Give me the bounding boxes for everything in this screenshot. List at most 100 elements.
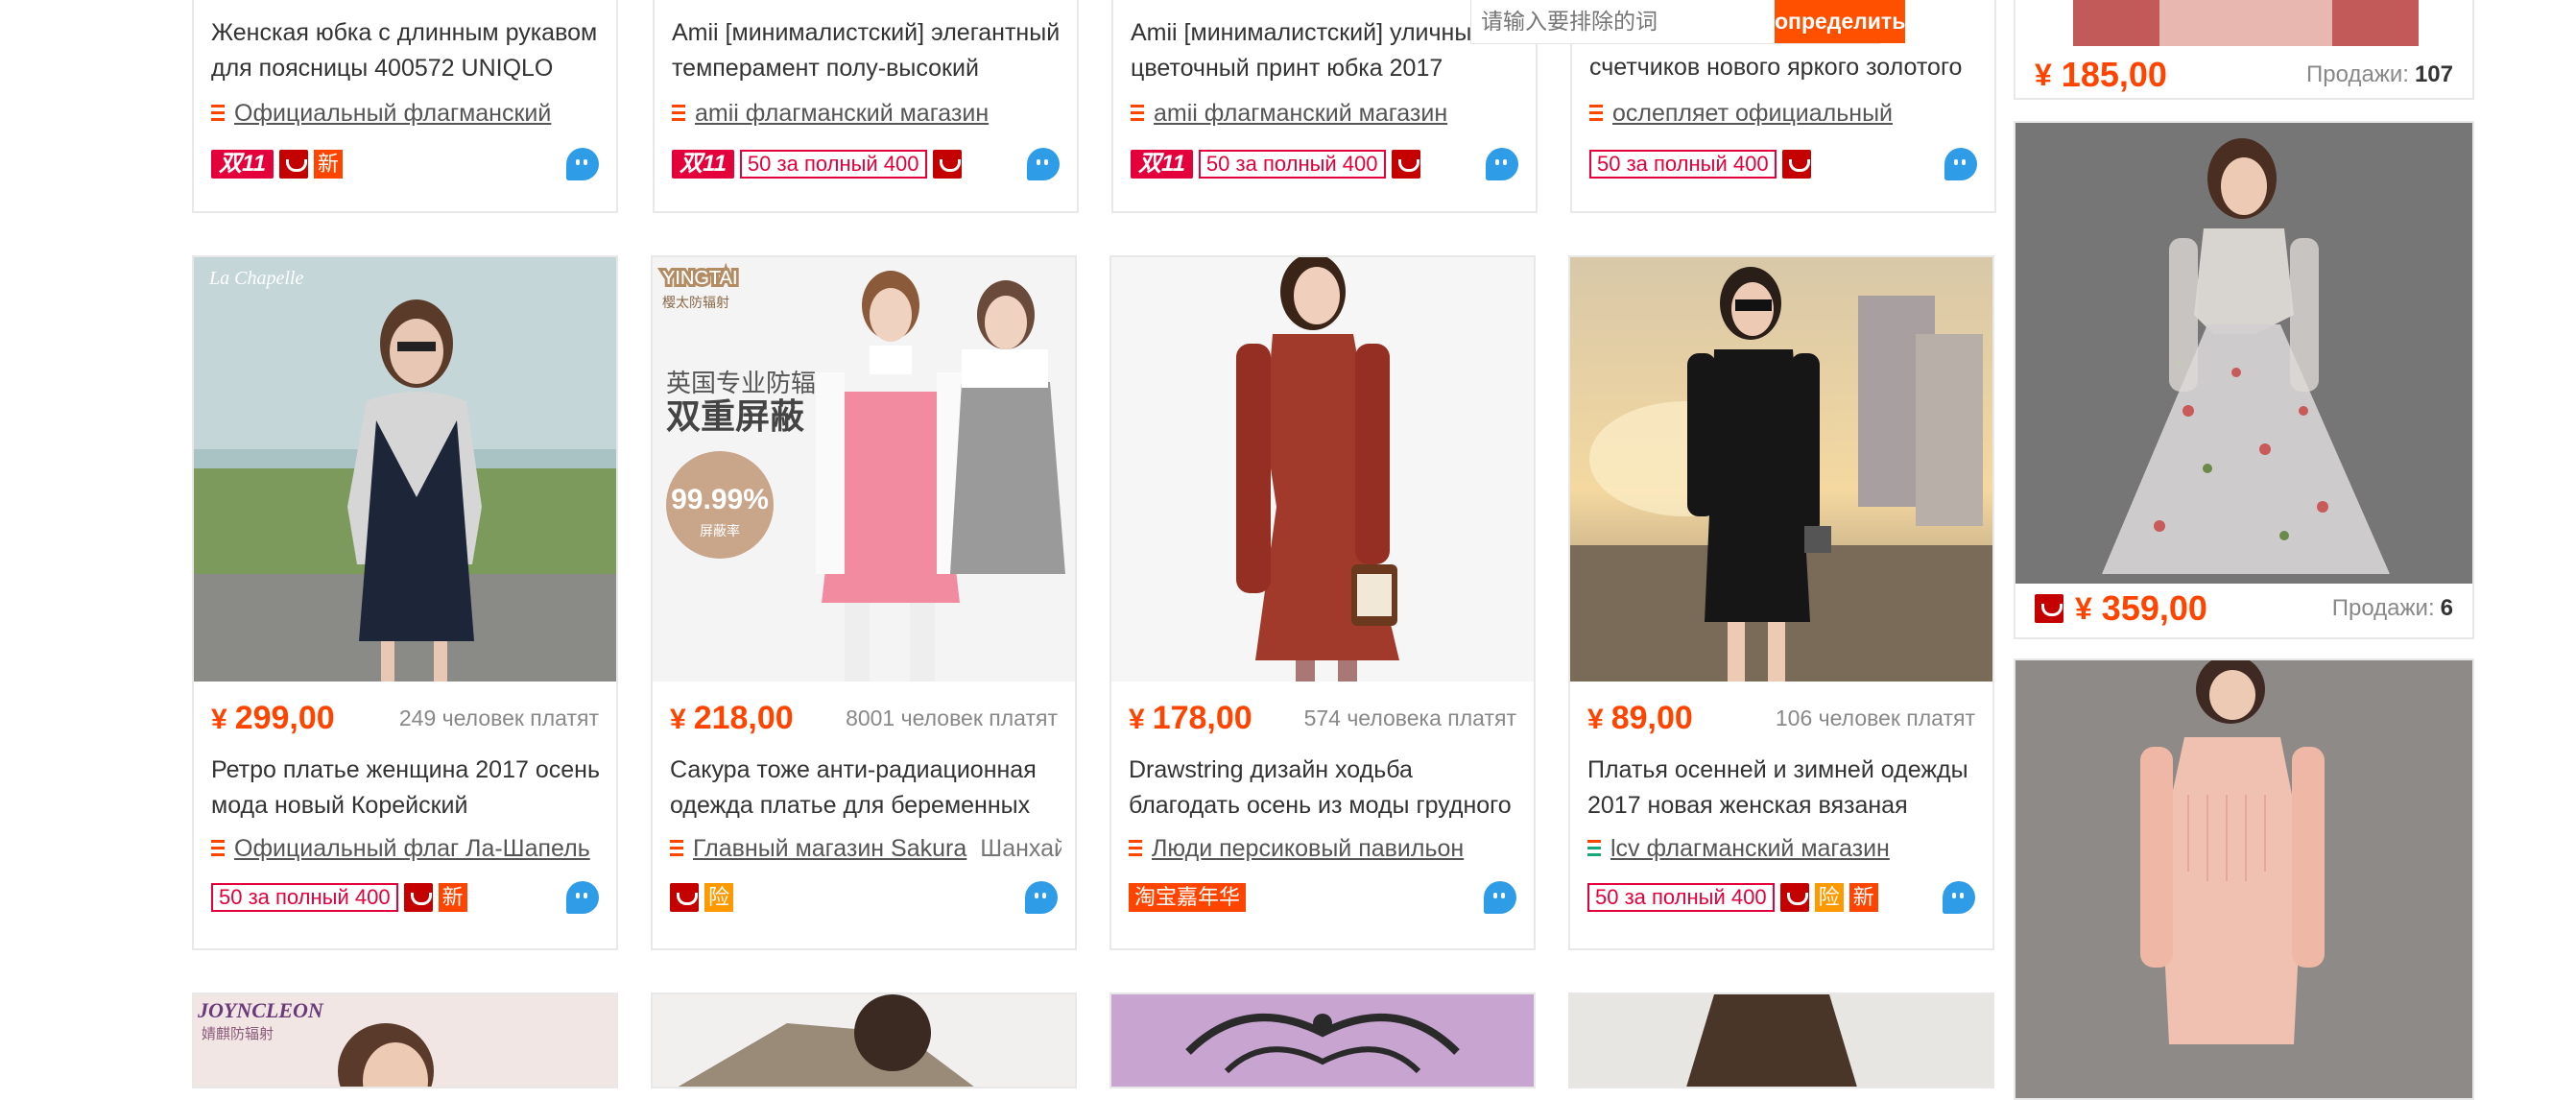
wangwang-chat-icon[interactable] [1486,148,1518,180]
product-title[interactable]: Ретро платье женщина 2017 осень мода нов… [211,753,603,824]
price: ¥218,00 [670,700,794,737]
product-image[interactable] [2015,660,2472,1100]
shop-icon [1589,105,1603,122]
new-tag: 新 [314,150,343,179]
tmall-icon [279,150,308,179]
shop-icon [211,105,225,122]
promo-tags: 双11 50 за полный 400 [672,148,1060,180]
product-title[interactable]: Drawstring дизайн ходьба благодать осень… [1129,753,1520,824]
image-caption: 英国专业防辐 [666,370,816,398]
tmall-icon [1780,883,1809,912]
shield-label: 屏蔽率 [700,523,740,539]
shop-link[interactable]: lcv флагманский магазин [1587,833,1979,864]
discount-tag: 50 за полный 400 [1587,883,1775,912]
buyer-count: 249 человек платят [399,705,599,731]
product-title[interactable]: Amii [минималистский] элегантный темпера… [672,15,1063,86]
recommend-card[interactable]: ¥359,00 Продажи:6 [2014,121,2474,639]
recommend-card[interactable]: ¥185,00 Продажи:107 [2014,0,2474,100]
tmall-icon [933,150,962,179]
wangwang-chat-icon[interactable] [1484,881,1516,914]
shop-icon [672,105,685,122]
wangwang-chat-icon[interactable] [1944,148,1977,180]
promo-tags: 50 за полный 400 [1589,148,1977,180]
carnival-tag: 淘宝嘉年华 [1129,883,1246,912]
price: ¥89,00 [1587,700,1693,737]
tmall-icon [404,883,433,912]
tmall-icon [1392,150,1420,179]
wangwang-chat-icon[interactable] [1025,881,1058,914]
product-card[interactable] [651,992,1077,1088]
price: ¥359,00 [2035,587,2207,630]
discount-tag: 50 за полный 400 [740,150,927,179]
product-card[interactable]: Amii [минималистский] элегантный темпера… [653,0,1079,213]
promo-tags: 双11 50 за полный 400 [1131,148,1518,180]
promo-tags: 双11 新 [211,148,599,180]
product-card[interactable]: Женская юбка с длинным рукавом для поясн… [192,0,618,213]
price: ¥185,00 [2035,54,2167,96]
product-card[interactable] [1568,992,1994,1088]
double11-tag: 双11 [211,150,274,179]
insurance-tag: 险 [704,883,733,912]
product-card[interactable]: ¥178,00574 человека платят Drawstring ди… [1109,255,1536,950]
brand-sub: 婧麒防辐射 [202,1025,274,1042]
product-title[interactable]: Amii [минималистский] уличный цветочный … [1131,15,1522,86]
product-image[interactable]: YINGTAI YINGTAI 樱太防辐射 英国专业防辐 双重屏蔽 99.99%… [653,257,1075,682]
product-image[interactable] [1111,994,1534,1088]
discount-tag: 50 за полный 400 [211,883,398,912]
shop-icon [1587,840,1601,857]
shop-link[interactable]: Официальный флаг Ла-Шапель [211,833,603,864]
discount-tag: 50 за полный 400 [1199,150,1386,179]
image-caption-bold: 双重屏蔽 [666,397,805,437]
buyer-count: 8001 человек платят [846,705,1058,731]
sales-count: Продажи:107 [2306,54,2453,96]
new-tag: 新 [439,883,467,912]
double11-tag: 双11 [1131,150,1193,179]
buyer-count: 106 человек платят [1776,705,1975,731]
product-card[interactable]: ¥89,00 106 человек платят Платья осенней … [1568,255,1994,950]
exclude-keyword-filter: определить [1470,0,1880,44]
shop-link[interactable]: amii флагманский магазин [1131,98,1522,129]
double11-tag: 双11 [672,150,734,179]
wangwang-chat-icon[interactable] [1027,148,1060,180]
product-card[interactable]: YINGTAI YINGTAI 樱太防辐射 英国专业防辐 双重屏蔽 99.99%… [651,255,1077,950]
shield-percentage: 99.99% [671,484,769,515]
product-title[interactable]: Женская юбка с длинным рукавом для поясн… [211,15,603,86]
wangwang-chat-icon[interactable] [566,881,599,914]
product-title[interactable]: Сакура тоже анти-радиационная одежда пла… [670,753,1061,824]
shop-link[interactable]: ослепляет официальный [1589,98,1981,129]
insurance-tag: 险 [1815,883,1844,912]
product-card[interactable]: La Chapelle ¥299,00249 человек платят Ре… [192,255,618,950]
product-title[interactable]: счетчиков нового яркого золотого [1589,50,1981,85]
promo-tags: 险 [670,881,1058,914]
wangwang-chat-icon[interactable] [1943,881,1975,914]
promo-tags: 淘宝嘉年华 [1129,881,1516,914]
shop-link[interactable]: Люди персиковый павильон [1129,833,1520,864]
shop-link[interactable]: Официальный флагманский [211,98,603,129]
exclude-keyword-input[interactable] [1471,0,1775,43]
shop-icon [1131,105,1144,122]
product-image[interactable] [2015,0,2472,48]
recommend-card[interactable] [2014,658,2474,1100]
promo-tags: 50 за полный 400 险 新 [1587,881,1975,914]
sales-count: Продажи:6 [2332,587,2453,630]
product-card[interactable]: JOYNCLEON 婧麒防辐射 [192,992,618,1088]
discount-tag: 50 за полный 400 [1589,150,1777,179]
brand-sub: 樱太防辐射 [662,295,729,311]
wangwang-chat-icon[interactable] [566,148,599,180]
buyer-count: 574 человека платят [1304,705,1516,731]
product-image[interactable] [1111,257,1534,682]
product-image[interactable] [653,994,1075,1088]
confirm-button[interactable]: определить [1775,0,1905,43]
product-image[interactable] [1570,994,1992,1088]
product-image[interactable]: La Chapelle [194,257,616,682]
tmall-icon [1782,150,1811,179]
product-card[interactable] [1109,992,1536,1088]
shop-link[interactable]: Главный магазин SakuraШанхай [670,833,1061,864]
product-image[interactable]: JOYNCLEON 婧麒防辐射 [194,994,616,1088]
shop-link[interactable]: amii флагманский магазин [672,98,1063,129]
product-image[interactable] [1570,257,1992,682]
brand-logo-text: YINGTAI [662,268,738,289]
product-title[interactable]: Платья осенней и зимней одежды 2017 нова… [1587,753,1979,824]
product-image[interactable] [2015,123,2472,584]
shop-icon [1129,840,1142,857]
